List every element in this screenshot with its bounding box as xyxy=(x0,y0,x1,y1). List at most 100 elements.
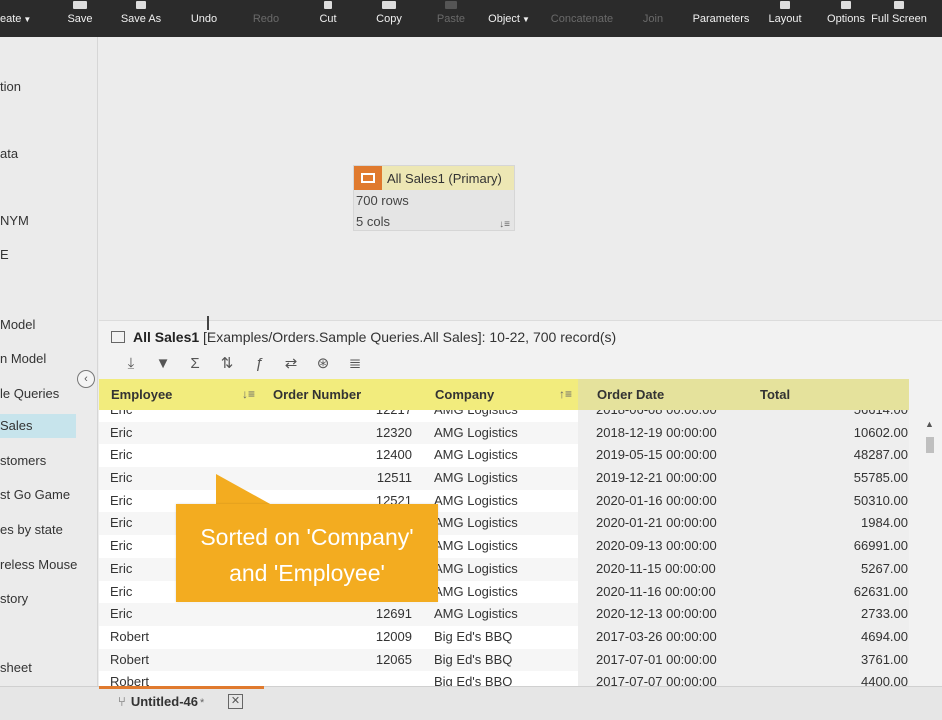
tree-item[interactable]: ata xyxy=(0,142,98,166)
table-cell[interactable]: 2020-12-13 00:00:00 xyxy=(578,603,741,626)
table-cell[interactable]: 55785.00 xyxy=(741,467,909,490)
sum-icon[interactable]: Σ xyxy=(179,354,211,374)
table-cell[interactable]: 12691 xyxy=(261,603,423,626)
scroll-up-icon[interactable]: ▲ xyxy=(925,419,934,429)
table-cell[interactable]: AMG Logistics xyxy=(423,467,578,490)
sort-descending-icon[interactable]: ↓≡ xyxy=(242,379,255,410)
table-cell[interactable]: 2019-12-21 00:00:00 xyxy=(578,467,741,490)
swap-icon[interactable]: ⇄ xyxy=(275,354,307,374)
table-cell[interactable]: 48287.00 xyxy=(741,444,909,468)
sort-icon[interactable]: ⇅ xyxy=(211,354,243,374)
download-icon[interactable]: ⤓ xyxy=(115,354,147,374)
filter-icon[interactable]: ▼ xyxy=(147,354,179,374)
table-cell[interactable]: AMG Logistics xyxy=(423,421,578,445)
tree-item-all-sales[interactable]: Sales xyxy=(0,414,76,438)
close-tab-icon[interactable]: ✕ xyxy=(228,694,243,709)
table-cell[interactable]: 2020-09-13 00:00:00 xyxy=(578,535,741,558)
tree-item[interactable]: reless Mouse xyxy=(0,553,98,577)
table-node[interactable]: All Sales1 (Primary) 700 rows 5 cols ↓≡ xyxy=(353,165,515,231)
tree-item[interactable]: sheet xyxy=(0,656,98,680)
copy-button[interactable]: Copy xyxy=(369,0,409,37)
table-cell[interactable]: 56614.00 xyxy=(741,410,909,422)
undo-button[interactable]: Undo xyxy=(184,0,224,37)
formula-icon[interactable]: ƒ xyxy=(243,354,275,374)
table-cell[interactable]: AMG Logistics xyxy=(423,444,578,468)
column-header-company[interactable]: Company ↑≡ xyxy=(423,379,578,410)
tree-item[interactable]: n Model xyxy=(0,347,98,371)
tree-item[interactable]: st Go Game xyxy=(0,483,98,507)
table-cell[interactable]: 1984.00 xyxy=(741,512,909,536)
table-row[interactable]: Eric 12400 AMG Logistics 2019-05-15 00:00:0… xyxy=(99,444,909,468)
tab-untitled-46[interactable]: ⑂ Untitled-46 * xyxy=(118,688,204,716)
create-button[interactable]: eate ▼ xyxy=(0,0,42,37)
table-cell[interactable]: 2020-01-16 00:00:00 xyxy=(578,489,741,513)
collapse-panel-icon[interactable]: ‹ xyxy=(77,370,95,388)
table-cell[interactable]: 4694.00 xyxy=(741,625,909,649)
table-cell[interactable]: 2018-12-19 00:00:00 xyxy=(578,421,741,445)
table-cell[interactable] xyxy=(261,671,423,687)
tree-item[interactable]: tion xyxy=(0,75,98,99)
tree-item[interactable]: E xyxy=(0,243,98,267)
table-cell[interactable]: 3761.00 xyxy=(741,648,909,672)
table-cell[interactable]: Robert xyxy=(99,648,261,672)
tree-item[interactable]: stomers xyxy=(0,449,98,473)
save-button[interactable]: Save xyxy=(60,0,100,37)
table-cell[interactable]: 2017-03-26 00:00:00 xyxy=(578,625,741,649)
join-button[interactable]: Join xyxy=(638,0,668,37)
table-cell[interactable]: 12320 xyxy=(261,421,423,445)
table-cell[interactable]: AMG Logistics xyxy=(423,512,578,536)
table-cell[interactable]: 2733.00 xyxy=(741,603,909,626)
table-cell[interactable]: 10602.00 xyxy=(741,421,909,445)
table-cell[interactable]: Eric xyxy=(99,421,261,445)
table-cell[interactable]: Robert xyxy=(99,625,261,649)
options-button[interactable]: Options xyxy=(824,0,868,37)
table-cell[interactable]: 12009 xyxy=(261,625,423,649)
tree-item[interactable]: Model xyxy=(0,313,98,337)
table-node-header[interactable]: All Sales1 (Primary) xyxy=(354,166,514,190)
save-as-button[interactable]: Save As xyxy=(114,0,168,37)
group-icon[interactable]: ⊛ xyxy=(307,354,339,374)
table-row[interactable]: Eric 12691 AMG Logistics 2020-12-13 00:00:0… xyxy=(99,603,909,626)
table-row[interactable]: Eric12217AMG Logistics2018-06-08 00:00:0… xyxy=(99,410,909,422)
table-cell[interactable]: 62631.00 xyxy=(741,580,909,604)
full-screen-button[interactable]: Full Screen xyxy=(870,0,928,37)
column-header-employee[interactable]: Employee ↓≡ xyxy=(99,379,261,410)
vertical-scrollbar[interactable]: ▲ xyxy=(922,419,936,687)
table-cell[interactable]: Big Ed's BBQ xyxy=(423,625,578,649)
table-cell[interactable]: 2019-05-15 00:00:00 xyxy=(578,444,741,468)
cut-button[interactable]: Cut xyxy=(308,0,348,37)
table-cell[interactable]: 50310.00 xyxy=(741,489,909,513)
table-cell[interactable]: AMG Logistics xyxy=(423,603,578,626)
table-cell[interactable]: Big Ed's BBQ xyxy=(423,648,578,672)
table-row[interactable]: Eric 12320 AMG Logistics 2018-12-19 00:00:0… xyxy=(99,421,909,445)
table-cell[interactable]: AMG Logistics xyxy=(423,410,578,422)
table-cell[interactable]: Eric xyxy=(99,444,261,468)
column-header-total[interactable]: Total xyxy=(741,379,909,410)
table-cell[interactable]: 12217 xyxy=(261,410,423,422)
sort-ascending-icon[interactable]: ↑≡ xyxy=(559,379,572,410)
layout-button[interactable]: Layout xyxy=(764,0,806,37)
table-cell[interactable]: 2018-06-08 00:00:00 xyxy=(578,410,741,422)
table-cell[interactable]: 2020-11-16 00:00:00 xyxy=(578,580,741,604)
table-cell[interactable]: 5267.00 xyxy=(741,557,909,581)
table-cell[interactable]: AMG Logistics xyxy=(423,557,578,581)
table-cell[interactable]: 2020-11-15 00:00:00 xyxy=(578,557,741,581)
table-row[interactable]: Robert 12065 Big Ed's BBQ 2017-07-01 00:00:… xyxy=(99,648,909,672)
table-cell[interactable]: Big Ed's BBQ xyxy=(423,671,578,687)
table-cell[interactable]: 12511 xyxy=(261,467,423,490)
parameters-button[interactable]: Parameters xyxy=(690,0,752,37)
table-cell[interactable]: AMG Logistics xyxy=(423,535,578,558)
table-cell[interactable]: 2020-01-21 00:00:00 xyxy=(578,512,741,536)
table-cell[interactable]: Robert xyxy=(99,671,261,687)
column-header-order-number[interactable]: Order Number xyxy=(261,379,423,410)
table-cell[interactable]: 12400 xyxy=(261,444,423,468)
concatenate-button[interactable]: Concatenate xyxy=(546,0,618,37)
table-row[interactable]: Robert 12009 Big Ed's BBQ 2017-03-26 00:00:… xyxy=(99,625,909,649)
tree-item[interactable]: es by state xyxy=(0,518,98,542)
tree-item[interactable]: story xyxy=(0,587,98,611)
table-cell[interactable]: 12065 xyxy=(261,648,423,672)
redo-button[interactable]: Redo xyxy=(246,0,286,37)
table-cell[interactable]: 4400.00 xyxy=(741,671,909,687)
table-row[interactable]: Robert Big Ed's BBQ 2017-07-07 00:00:00 440… xyxy=(99,671,909,687)
object-menu-button[interactable]: Object ▼ xyxy=(483,0,535,37)
